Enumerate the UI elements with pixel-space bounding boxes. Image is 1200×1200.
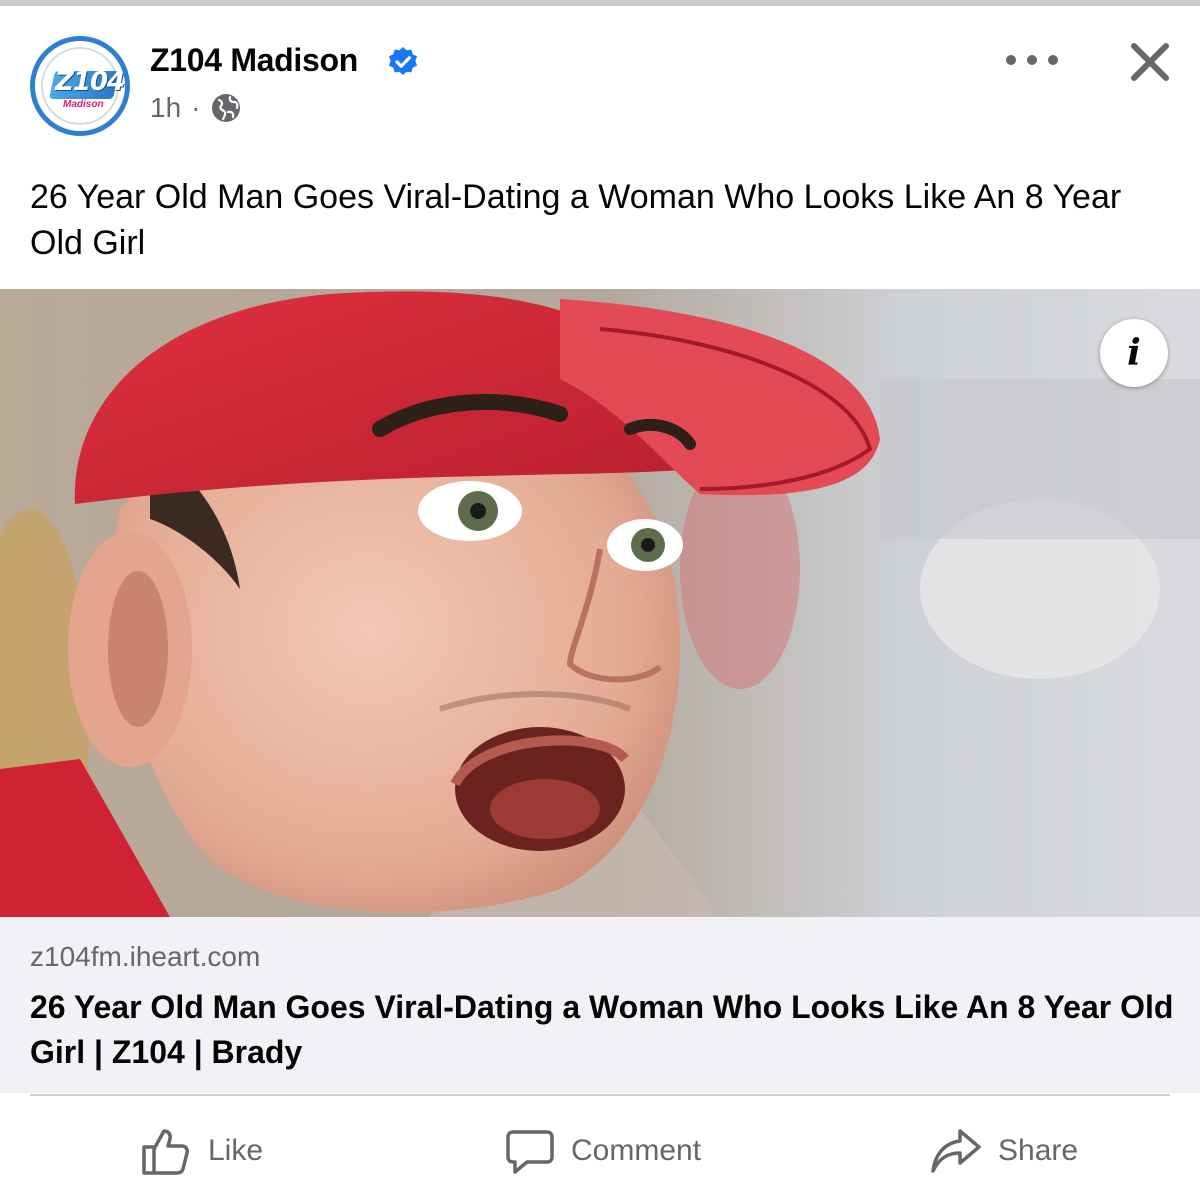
post-text: 26 Year Old Man Goes Viral-Dating a Woma… [30, 178, 1122, 262]
page-name[interactable]: Z104 Madison [150, 42, 358, 79]
post-time[interactable]: 1h [150, 92, 181, 124]
dot-icon [1027, 55, 1037, 65]
post-card: Z104 Madison Z104 Madison 1h · 26 Year O… [0, 0, 1200, 1200]
close-icon[interactable] [1126, 38, 1174, 86]
comment-button[interactable]: Comment [505, 1102, 701, 1200]
page-avatar[interactable]: Z104 Madison [30, 36, 130, 136]
avatar-logo: Z104 Madison [41, 47, 125, 125]
comment-label: Comment [571, 1134, 702, 1167]
share-button[interactable]: Share [930, 1102, 1078, 1200]
share-label: Share [998, 1134, 1079, 1167]
logo-text: Z104 [55, 67, 125, 97]
link-preview[interactable]: z104fm.iheart.com 26 Year Old Man Goes V… [0, 917, 1200, 1093]
logo-subtext: Madison [63, 99, 104, 110]
info-button[interactable]: i [1100, 319, 1168, 387]
comment-icon [506, 1130, 554, 1174]
more-options-button[interactable] [1006, 40, 1058, 80]
dot-icon [1006, 55, 1016, 65]
verified-badge-icon [389, 47, 417, 75]
post-header: Z104 Madison Z104 Madison 1h · [0, 6, 1200, 146]
share-icon [931, 1129, 981, 1173]
like-label: Like [208, 1134, 264, 1167]
action-bar: Like Comment Share [0, 1102, 1200, 1200]
dot-icon [1048, 55, 1058, 65]
globe-icon[interactable] [210, 92, 242, 124]
meta-separator: · [191, 92, 201, 123]
like-button[interactable]: Like [140, 1102, 263, 1200]
photo-illustration [0, 289, 1200, 917]
post-meta: 1h · [150, 92, 242, 124]
link-title: 26 Year Old Man Goes Viral-Dating a Woma… [30, 989, 1174, 1070]
link-domain: z104fm.iheart.com [30, 941, 261, 972]
thumbs-up-icon [142, 1129, 189, 1175]
actions-divider [30, 1094, 1170, 1096]
post-image[interactable]: i [0, 289, 1200, 917]
